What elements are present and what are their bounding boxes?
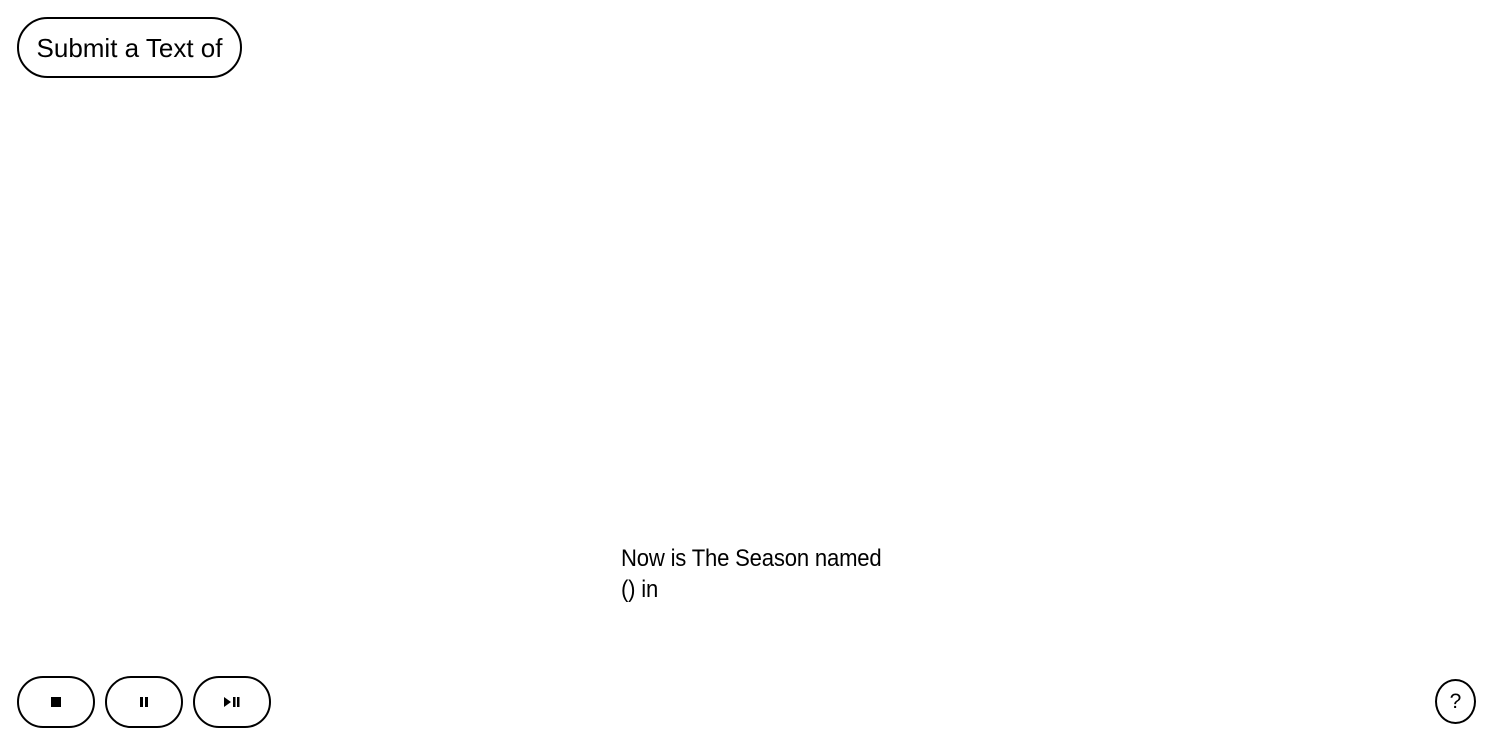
stop-icon [51, 697, 61, 707]
submit-text-button[interactable]: Submit a Text of [17, 17, 242, 78]
play-pause-icon [224, 697, 240, 707]
pause-button[interactable] [105, 676, 183, 728]
text-line-1: Now is The Season named [621, 545, 882, 572]
text-line-2: () in [621, 576, 659, 603]
page: Submit a Text of Now is The Season named… [0, 0, 1500, 750]
pause-icon [140, 697, 148, 707]
poem-text: Now is The Season named () in [621, 543, 925, 605]
playback-controls [17, 676, 271, 728]
stop-button[interactable] [17, 676, 95, 728]
play-pause-button[interactable] [193, 676, 271, 728]
help-button[interactable]: ? [1435, 679, 1476, 724]
